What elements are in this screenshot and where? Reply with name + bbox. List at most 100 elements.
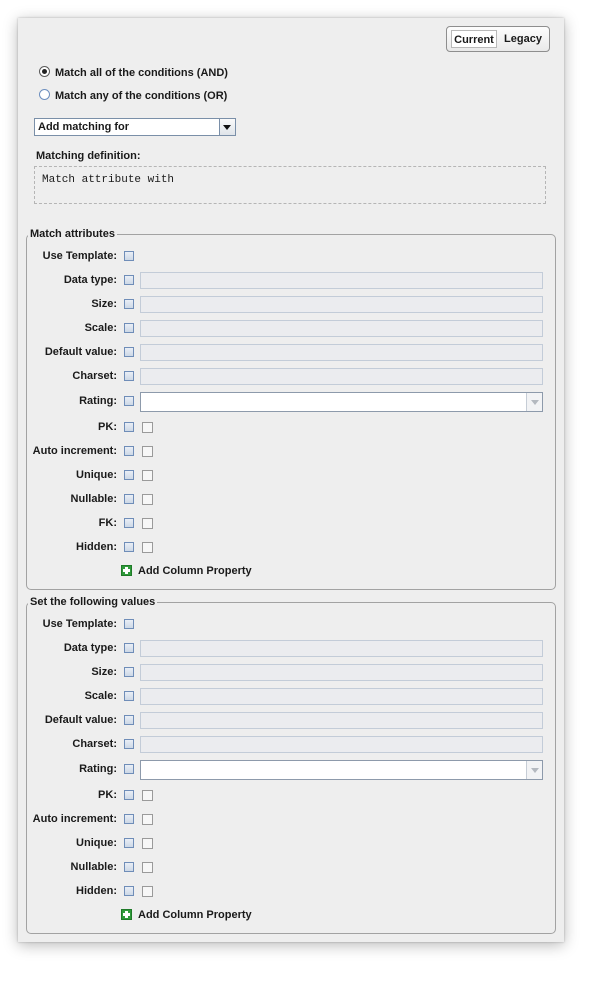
data-type-checkbox[interactable] xyxy=(124,643,134,653)
data-type-field[interactable] xyxy=(140,640,543,657)
match-attributes-group: Match attributes Use Template: Data type… xyxy=(26,228,556,590)
chevron-down-icon[interactable] xyxy=(219,119,235,135)
default-value-label: Default value: xyxy=(44,714,117,726)
hidden-label: Hidden: xyxy=(76,541,117,553)
auto-increment-checkbox[interactable] xyxy=(124,446,134,456)
size-row: Size: xyxy=(27,663,555,683)
size-row: Size: xyxy=(27,295,555,315)
charset-label: Charset: xyxy=(72,738,117,750)
match-any-label: Match any of the conditions (OR) xyxy=(55,90,228,102)
add-matching-dropdown[interactable]: Add matching for xyxy=(34,118,236,136)
scale-label: Scale: xyxy=(84,322,117,334)
match-all-label: Match all of the conditions (AND) xyxy=(55,67,228,79)
fk-row: FK: xyxy=(27,514,555,534)
hidden-checkbox[interactable] xyxy=(124,886,134,896)
pk-value-checkbox[interactable] xyxy=(142,422,153,433)
default-value-field[interactable] xyxy=(140,712,543,729)
size-field[interactable] xyxy=(140,296,543,313)
rating-checkbox[interactable] xyxy=(124,396,134,406)
default-value-field[interactable] xyxy=(140,344,543,361)
fk-value-checkbox[interactable] xyxy=(142,518,153,529)
charset-checkbox[interactable] xyxy=(124,739,134,749)
use-template-label: Use Template: xyxy=(42,250,117,262)
pk-checkbox[interactable] xyxy=(124,790,134,800)
rating-dropdown[interactable] xyxy=(140,760,543,780)
scale-label: Scale: xyxy=(84,690,117,702)
charset-checkbox[interactable] xyxy=(124,371,134,381)
hidden-value-checkbox[interactable] xyxy=(142,886,153,897)
data-type-checkbox[interactable] xyxy=(124,275,134,285)
match-any-radio[interactable]: Match any of the conditions (OR) xyxy=(39,88,227,104)
pk-value-checkbox[interactable] xyxy=(142,790,153,801)
plus-icon xyxy=(121,565,132,576)
charset-field[interactable] xyxy=(140,736,543,753)
nullable-label: Nullable: xyxy=(70,861,117,873)
rating-dropdown[interactable] xyxy=(140,392,543,412)
default-value-checkbox[interactable] xyxy=(124,347,134,357)
scale-checkbox[interactable] xyxy=(124,691,134,701)
chevron-down-icon[interactable] xyxy=(526,761,542,779)
hidden-label: Hidden: xyxy=(76,885,117,897)
size-field[interactable] xyxy=(140,664,543,681)
nullable-checkbox[interactable] xyxy=(124,494,134,504)
size-label: Size: xyxy=(91,666,117,678)
set-values-title: Set the following values xyxy=(30,596,156,608)
hidden-row: Hidden: xyxy=(27,882,555,902)
add-matching-value: Add matching for xyxy=(38,121,130,133)
add-column-property-button[interactable]: Add Column Property xyxy=(121,564,252,578)
rating-label: Rating: xyxy=(79,395,117,407)
plus-icon xyxy=(121,909,132,920)
current-toggle-button[interactable]: Current xyxy=(451,30,497,48)
rating-checkbox[interactable] xyxy=(124,764,134,774)
legacy-toggle-button[interactable]: Legacy xyxy=(499,30,547,48)
nullable-value-checkbox[interactable] xyxy=(142,494,153,505)
size-checkbox[interactable] xyxy=(124,299,134,309)
unique-checkbox[interactable] xyxy=(124,838,134,848)
charset-field[interactable] xyxy=(140,368,543,385)
chevron-down-icon[interactable] xyxy=(526,393,542,411)
scale-row: Scale: xyxy=(27,687,555,707)
pk-checkbox[interactable] xyxy=(124,422,134,432)
add-column-property-label: Add Column Property xyxy=(138,909,252,921)
fk-checkbox[interactable] xyxy=(124,518,134,528)
match-all-radio[interactable]: Match all of the conditions (AND) xyxy=(39,65,228,81)
pk-row: PK: xyxy=(27,418,555,438)
default-value-row: Default value: xyxy=(27,711,555,731)
nullable-value-checkbox[interactable] xyxy=(142,862,153,873)
data-type-label: Data type: xyxy=(63,642,117,654)
charset-label: Charset: xyxy=(72,370,117,382)
default-value-row: Default value: xyxy=(27,343,555,363)
use-template-checkbox[interactable] xyxy=(124,619,134,629)
data-type-row: Data type: xyxy=(27,271,555,291)
size-checkbox[interactable] xyxy=(124,667,134,677)
nullable-checkbox[interactable] xyxy=(124,862,134,872)
unique-row: Unique: xyxy=(27,834,555,854)
scale-field[interactable] xyxy=(140,320,543,337)
use-template-row: Use Template: xyxy=(27,247,555,267)
matching-definition-label: Matching definition: xyxy=(36,150,141,162)
use-template-row: Use Template: xyxy=(27,615,555,635)
add-column-property-button[interactable]: Add Column Property xyxy=(121,908,252,922)
unique-value-checkbox[interactable] xyxy=(142,838,153,849)
rating-label: Rating: xyxy=(79,763,117,775)
unique-checkbox[interactable] xyxy=(124,470,134,480)
nullable-row: Nullable: xyxy=(27,490,555,510)
use-template-checkbox[interactable] xyxy=(124,251,134,261)
radio-unselected-icon xyxy=(39,89,50,100)
auto-increment-value-checkbox[interactable] xyxy=(142,814,153,825)
default-value-checkbox[interactable] xyxy=(124,715,134,725)
unique-value-checkbox[interactable] xyxy=(142,470,153,481)
pk-label: PK: xyxy=(98,789,117,801)
scale-field[interactable] xyxy=(140,688,543,705)
scale-checkbox[interactable] xyxy=(124,323,134,333)
data-type-field[interactable] xyxy=(140,272,543,289)
nullable-row: Nullable: xyxy=(27,858,555,878)
auto-increment-checkbox[interactable] xyxy=(124,814,134,824)
hidden-checkbox[interactable] xyxy=(124,542,134,552)
auto-increment-value-checkbox[interactable] xyxy=(142,446,153,457)
hidden-value-checkbox[interactable] xyxy=(142,542,153,553)
data-type-row: Data type: xyxy=(27,639,555,659)
radio-selected-icon xyxy=(39,66,50,77)
charset-row: Charset: xyxy=(27,367,555,387)
rating-row: Rating: xyxy=(27,392,555,412)
